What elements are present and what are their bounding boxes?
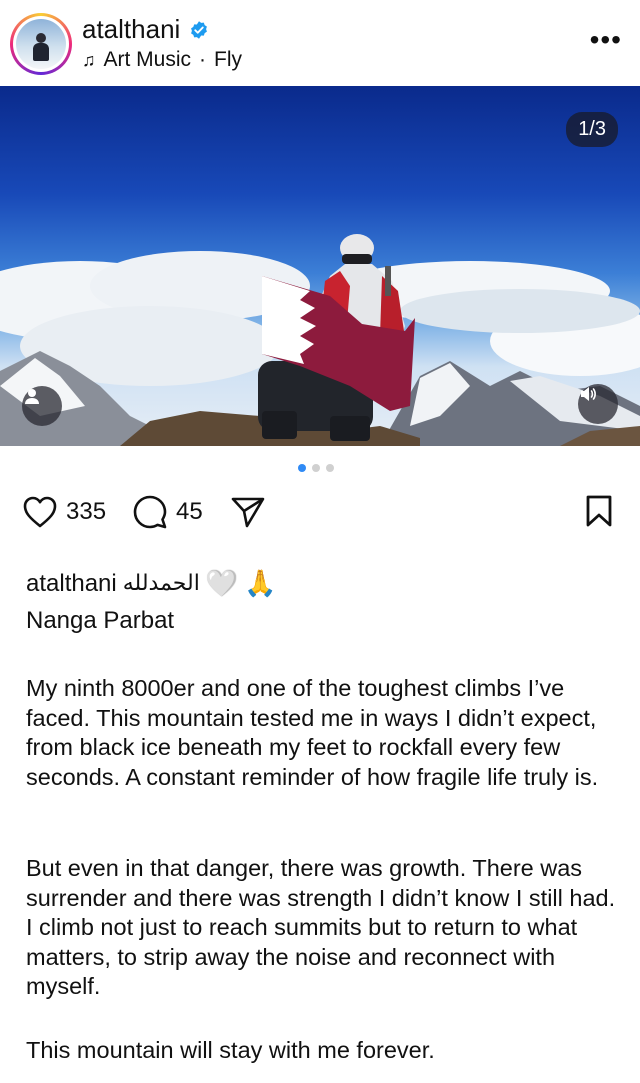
music-artist: Art Music — [103, 48, 192, 71]
like-button[interactable]: 335 — [22, 490, 106, 534]
caption-arabic-text: الحمدلله — [122, 571, 200, 596]
speaker-icon[interactable] — [578, 384, 618, 424]
post-header: atalthani ♫ Art Music · Fly ••• — [0, 0, 640, 86]
carousel-dot-1 — [298, 464, 306, 472]
music-separator: · — [199, 48, 207, 71]
caption-paragraph-1: My ninth 8000er and one of the toughest … — [26, 675, 599, 790]
paper-plane-icon — [231, 497, 265, 528]
summit-photo-illustration — [0, 234, 640, 446]
person-tag-icon[interactable] — [22, 386, 62, 426]
post-image[interactable]: 1/3 — [0, 86, 640, 446]
image-counter: 1/3 — [566, 112, 618, 147]
verified-badge-icon — [191, 21, 207, 39]
action-bar: 335 45 — [0, 490, 640, 534]
comment-count[interactable]: 45 — [176, 498, 203, 526]
bookmark-icon — [586, 495, 612, 527]
heart-outline-icon — [23, 496, 57, 528]
share-button[interactable] — [230, 490, 266, 534]
save-button[interactable] — [584, 494, 614, 533]
more-options-icon[interactable]: ••• — [590, 26, 622, 54]
caption-paragraph-3: This mountain will stay with me forever. — [26, 1037, 435, 1063]
caption-header: atalthani الحمدلله 🤍 🙏 — [26, 568, 277, 599]
post-username[interactable]: atalthani — [82, 14, 180, 45]
caption-title: Nanga Parbat — [26, 607, 175, 634]
like-count[interactable]: 335 — [66, 498, 106, 526]
caption-paragraph-2: But even in that danger, there was growt… — [26, 855, 616, 999]
carousel-dot-2 — [312, 464, 320, 472]
music-note-icon: ♫ — [82, 49, 96, 70]
avatar[interactable] — [16, 19, 66, 69]
music-attribution[interactable]: ♫ Art Music · Fly — [82, 48, 242, 72]
comment-button[interactable]: 45 — [132, 490, 203, 534]
white-heart-emoji: 🤍 — [205, 568, 239, 598]
comment-bubble-icon — [133, 495, 167, 529]
praying-hands-emoji: 🙏 — [244, 568, 277, 598]
avatar-story-ring[interactable] — [10, 13, 72, 75]
music-song: Fly — [214, 48, 243, 71]
carousel-indicator — [298, 464, 334, 472]
carousel-dot-3 — [326, 464, 334, 472]
caption-username[interactable]: atalthani — [26, 570, 117, 598]
